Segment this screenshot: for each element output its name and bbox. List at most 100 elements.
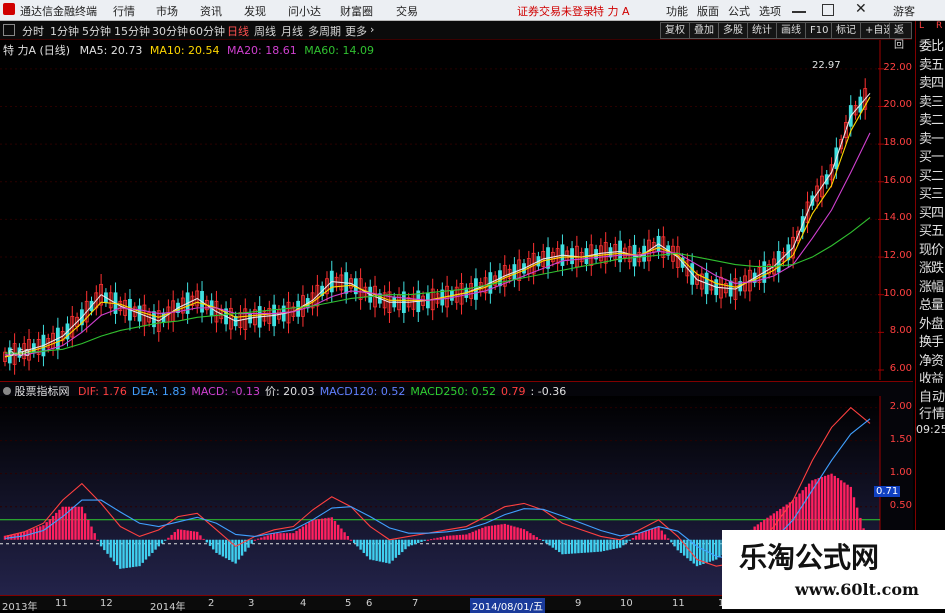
side-row-6[interactable]: 买一 [919, 146, 944, 165]
macd-bar [35, 527, 39, 540]
period-60min[interactable]: 60分钟 [189, 23, 225, 39]
minimize-icon[interactable] [792, 11, 806, 13]
macd-bar [340, 528, 343, 540]
menu-wenxiaoda[interactable]: 问小达 [288, 3, 321, 19]
side-row-3[interactable]: 卖三 [919, 91, 944, 110]
macd-bar [93, 533, 96, 540]
quote-label[interactable]: 行情 [919, 403, 945, 422]
period-more[interactable]: 更多 [345, 23, 367, 39]
side-row-15[interactable]: 外盘 [919, 313, 944, 332]
macd-bar [634, 535, 638, 540]
macd-bar [535, 537, 539, 540]
menu-caifuquan[interactable]: 财富圈 [340, 3, 373, 19]
macd-bar [631, 537, 635, 540]
period-weekly[interactable]: 周线 [254, 23, 276, 39]
period-fenshi[interactable]: 分时 [22, 23, 44, 39]
menu-zixun[interactable]: 资讯 [200, 3, 222, 19]
side-row-8[interactable]: 买三 [919, 183, 944, 202]
date-label: 5 [345, 598, 352, 609]
macd-bar [420, 539, 423, 542]
mark-button[interactable]: 标记 [831, 22, 861, 39]
macd-bar [308, 522, 311, 540]
macd-bar [548, 539, 551, 546]
macd-bar [423, 539, 426, 541]
side-row-13[interactable]: 涨幅 [919, 276, 944, 295]
macd-bar [474, 530, 478, 540]
menu-shichang[interactable]: 市场 [156, 3, 178, 19]
side-row-9[interactable]: 买四 [919, 202, 944, 221]
period-15min[interactable]: 15分钟 [114, 23, 150, 39]
side-row-16[interactable]: 换手 [919, 331, 944, 350]
period-daily[interactable]: 日线 [227, 23, 249, 39]
price-tick-label: 22.00 [883, 61, 912, 73]
macd-bar [224, 539, 228, 559]
macd-bar [144, 539, 148, 560]
macd-bar [596, 539, 599, 552]
menu-xuanxiang[interactable]: 选项 [759, 3, 781, 19]
macd-bar [263, 536, 266, 540]
macd-bar [90, 526, 93, 540]
macd-bar [353, 539, 356, 544]
macd-bar [330, 517, 333, 540]
back-button[interactable]: 返回 [889, 22, 912, 51]
corner-r: R [936, 21, 942, 31]
macd-bar [385, 539, 388, 563]
side-row-2[interactable]: 卖四 [919, 72, 944, 91]
macd-bar [519, 528, 522, 540]
macd-bar [590, 539, 593, 553]
side-row-11[interactable]: 现价 [919, 239, 944, 258]
side-row-10[interactable]: 买五 [919, 220, 944, 239]
draw-line-button[interactable]: 画线 [776, 22, 806, 39]
macd-bar [109, 539, 112, 558]
maximize-icon[interactable] [822, 4, 834, 16]
menu-faxian[interactable]: 发现 [244, 3, 266, 19]
date-label: 11 [55, 598, 68, 609]
corner-l: L [919, 21, 924, 31]
stats-button[interactable]: 统计 [747, 22, 777, 39]
macd-bar [301, 526, 305, 540]
period-5min[interactable]: 5分钟 [82, 23, 111, 39]
macd-bar [359, 539, 362, 550]
period-monthly[interactable]: 月线 [281, 23, 303, 39]
side-row-12[interactable]: 涨跌 [919, 257, 944, 276]
side-row-17[interactable]: 净资 [919, 350, 944, 369]
macd-bar [481, 527, 484, 540]
overlay-button[interactable]: 叠加 [689, 22, 719, 39]
side-row-14[interactable]: 总量 [919, 294, 944, 313]
f10-button[interactable]: F10 [805, 22, 834, 39]
side-row-5[interactable]: 卖一 [919, 128, 944, 147]
macd-bar [574, 539, 577, 554]
period-multi[interactable]: 多周期 [308, 23, 341, 39]
side-row-1[interactable]: 卖五 [919, 54, 944, 73]
period-30min[interactable]: 30分钟 [152, 23, 188, 39]
macd-bar [413, 539, 417, 545]
panel-toggle-icon[interactable] [3, 24, 15, 36]
macd-bar [170, 534, 173, 540]
macd-bar [503, 523, 506, 540]
kline-chart-area[interactable]: 特 力A (日线) MA5: 20.73 MA10: 20.54 MA20: 1… [0, 40, 913, 380]
login-status[interactable]: 证券交易未登录 [517, 3, 594, 19]
menu-hangqing[interactable]: 行情 [113, 3, 135, 19]
macd-bar [228, 539, 231, 561]
quote-side-panel: L R 委比 卖五 卖四 卖三 卖二 卖一 买一 买二 买三 买四 买五 现价 涨跌 涨幅 总量 外盘 换手 净资… [915, 21, 945, 409]
indicator-settings-icon[interactable] [3, 387, 11, 395]
side-row-7[interactable]: 买二 [919, 165, 944, 184]
close-icon[interactable]: ✕ [855, 1, 867, 17]
period-1min[interactable]: 1分钟 [50, 23, 79, 39]
macd-bar [39, 526, 42, 540]
fuquan-button[interactable]: 复权 [660, 22, 690, 39]
side-row-4[interactable]: 卖二 [919, 109, 944, 128]
menu-jiaoyi[interactable]: 交易 [396, 3, 418, 19]
menu-banmian[interactable]: 版面 [697, 3, 719, 19]
macd-bar [666, 538, 670, 540]
kline-plot[interactable] [0, 40, 913, 380]
macd-bar [45, 522, 48, 540]
multi-stock-button[interactable]: 多股 [718, 22, 748, 39]
macd-bar [471, 531, 474, 540]
guest-label[interactable]: 游客 [893, 3, 915, 19]
side-row-0[interactable]: 委比 [919, 35, 944, 54]
menu-gongshi[interactable]: 公式 [728, 3, 750, 19]
macd-bar [663, 534, 667, 540]
menu-gongneng[interactable]: 功能 [666, 3, 688, 19]
chevron-right-icon[interactable]: › [370, 23, 374, 36]
